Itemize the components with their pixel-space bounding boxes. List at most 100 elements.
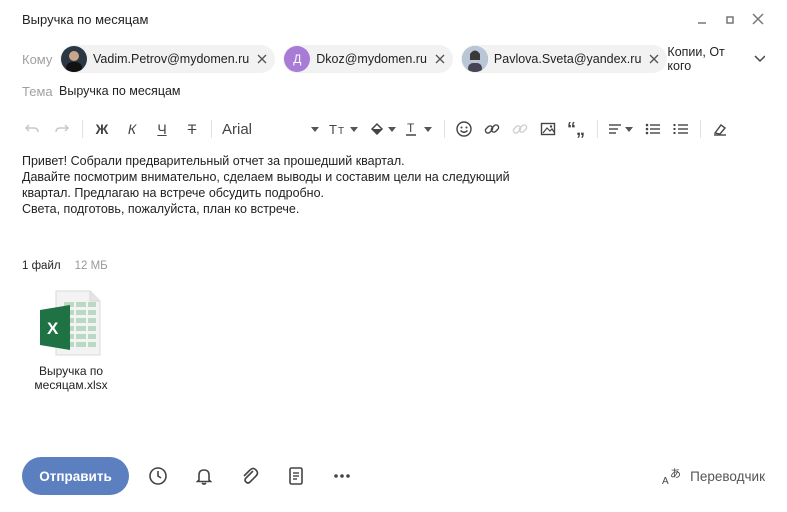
more-dots-icon: [334, 474, 350, 478]
redo-icon: [55, 124, 70, 133]
recipient-chip[interactable]: Д Dkoz@mydomen.ru: [283, 45, 453, 73]
toolbar-divider: [82, 120, 83, 138]
emoji-button[interactable]: [455, 118, 473, 140]
translate-icon: Aあ: [662, 467, 681, 486]
avatar: [461, 46, 488, 72]
subject-label: Тема: [22, 83, 53, 99]
bulleted-list-icon: [645, 123, 660, 135]
numbered-list-button[interactable]: [672, 118, 690, 140]
bulleted-list-button[interactable]: [644, 118, 662, 140]
subject-input[interactable]: Выручка по месяцам: [59, 84, 181, 98]
attachment-name-line: месяцам.xlsx: [34, 378, 108, 392]
fill-color-button[interactable]: [368, 118, 398, 140]
align-icon: [609, 124, 633, 134]
subject-row: Тема Выручка по месяцам: [22, 80, 765, 102]
paperclip-icon: [243, 467, 259, 484]
underline-icon: Ч: [157, 121, 167, 137]
message-line: Давайте посмотрим внимательно, сделаем в…: [22, 170, 510, 184]
schedule-send-button[interactable]: [147, 465, 169, 487]
translator-button[interactable]: Aあ Переводчик: [662, 466, 765, 486]
close-button[interactable]: [751, 12, 765, 26]
recipient-chip[interactable]: Pavlova.Sveta@yandex.ru: [460, 45, 668, 73]
fill-color-icon: [370, 122, 396, 136]
align-button[interactable]: [608, 118, 634, 140]
italic-button[interactable]: К: [123, 118, 141, 140]
minimize-button[interactable]: [695, 12, 709, 26]
recipient-chip[interactable]: Vadim.Petrov@mydomen.ru: [60, 45, 276, 73]
text-color-icon: T: [406, 121, 432, 136]
user-photo-icon: [66, 51, 82, 72]
chevron-down-icon: [754, 55, 765, 63]
strikethrough-button[interactable]: Т: [183, 118, 201, 140]
bold-button[interactable]: Ж: [93, 118, 111, 140]
svg-text:T: T: [407, 121, 415, 135]
title-bar: Выручка по месяцам: [22, 8, 765, 30]
image-icon: [540, 122, 556, 136]
bold-icon: Ж: [95, 121, 109, 137]
message-line: Света, подготовь, пожалуйста, план ко вс…: [22, 202, 300, 216]
attachments-count: 1 файл: [22, 260, 61, 272]
redo-button[interactable]: [52, 118, 72, 140]
more-button[interactable]: [331, 465, 353, 487]
attachments-size: 12 МБ: [74, 260, 108, 272]
svg-text:あ: あ: [670, 467, 681, 480]
recipient-email: Pavlova.Sveta@yandex.ru: [493, 52, 642, 66]
document-icon: [289, 467, 303, 485]
svg-text:T: T: [329, 122, 337, 136]
message-line: Привет! Собрали предварительный отчет за…: [22, 154, 405, 168]
underline-button[interactable]: Ч: [153, 118, 171, 140]
remove-recipient-icon[interactable]: [257, 54, 267, 64]
send-button[interactable]: Отправить: [22, 457, 129, 495]
image-button[interactable]: [539, 118, 557, 140]
window-controls: [695, 12, 765, 26]
attachment-file[interactable]: X Выручка по месяцам.xlsx: [28, 290, 114, 392]
window-title: Выручка по месяцам: [22, 11, 149, 27]
remove-recipient-icon[interactable]: [435, 54, 445, 64]
clock-icon: [149, 467, 167, 485]
font-name-value: Arial: [222, 120, 253, 138]
font-size-icon: TT: [329, 122, 358, 136]
undo-button[interactable]: [22, 118, 42, 140]
to-label: Кому: [22, 51, 53, 67]
remove-recipient-icon[interactable]: [649, 54, 659, 64]
maximize-button[interactable]: [723, 12, 737, 26]
user-photo-icon: [461, 46, 488, 72]
reminder-button[interactable]: [193, 465, 215, 487]
font-size-button[interactable]: TT: [328, 118, 362, 140]
attachment-name-line: Выручка по: [38, 364, 104, 378]
attach-button[interactable]: [239, 465, 261, 487]
strikethrough-icon: Т: [187, 121, 197, 137]
attachments-summary: 1 файл 12 МБ: [22, 260, 108, 272]
copy-from-label: Копии, От кого: [667, 45, 725, 73]
recipient-email: Vadim.Petrov@mydomen.ru: [93, 52, 250, 66]
recipient-email: Dkoz@mydomen.ru: [316, 52, 427, 66]
excel-file-icon: X: [40, 290, 101, 356]
avatar: [61, 46, 87, 72]
recipient-chips: Vadim.Petrov@mydomen.ru Д Dkoz@mydomen.r…: [60, 45, 668, 73]
avatar: Д: [284, 46, 311, 72]
attachment-name: Выручка по месяцам.xlsx: [34, 364, 107, 392]
copy-from-toggle[interactable]: Копии, От кого: [667, 45, 765, 73]
clear-format-button[interactable]: [711, 118, 729, 140]
unlink-icon: [512, 124, 528, 134]
quote-icon: “„: [567, 119, 585, 139]
font-family-dropdown[interactable]: [310, 118, 320, 140]
quote-button[interactable]: “„: [565, 118, 587, 140]
undo-icon: [24, 124, 39, 133]
link-button[interactable]: [483, 118, 501, 140]
bell-icon: [195, 469, 213, 485]
unlink-button[interactable]: [511, 118, 529, 140]
toolbar-divider: [700, 120, 701, 138]
clear-format-icon: [713, 124, 727, 136]
text-color-button[interactable]: T: [404, 118, 434, 140]
close-icon: [752, 13, 764, 25]
font-family-select[interactable]: Arial: [222, 118, 310, 140]
svg-text:X: X: [47, 319, 59, 338]
maximize-icon: [726, 16, 734, 24]
link-icon: [484, 124, 500, 134]
message-body[interactable]: Привет! Собрали предварительный отчет за…: [22, 153, 522, 217]
templates-button[interactable]: [285, 465, 307, 487]
numbered-list-icon: [673, 124, 688, 134]
translator-label: Переводчик: [690, 468, 765, 484]
italic-icon: К: [127, 121, 137, 137]
